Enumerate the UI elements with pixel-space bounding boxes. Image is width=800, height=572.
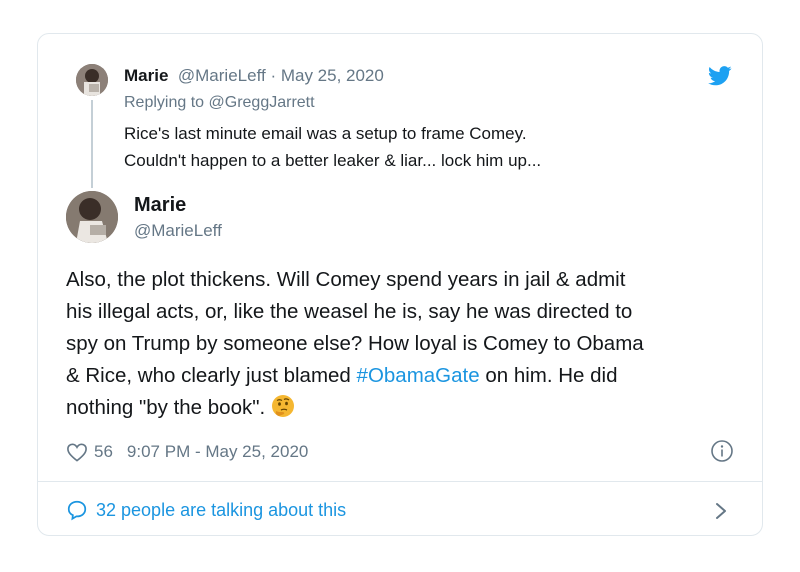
replying-to-handle[interactable]: @GreggJarrett [209, 94, 315, 111]
like-count[interactable]: 56 [94, 442, 113, 462]
tweet-text-line: & Rice, who clearly just blamed #ObamaGa… [66, 360, 756, 392]
embedded-tweet-card[interactable]: Marie @MarieLeff · May 25, 2020 Replying… [37, 33, 763, 536]
reply-text: Rice's last minute email was a setup to … [124, 120, 684, 174]
comment-bubble-icon [67, 500, 87, 521]
reply-date[interactable]: May 25, 2020 [281, 66, 384, 85]
author-handle[interactable]: @MarieLeff [134, 221, 222, 241]
reply-author-name[interactable]: Marie [124, 66, 168, 85]
tweet-text-segment: & Rice, who clearly just blamed [66, 364, 357, 387]
tweet-text-line: nothing "by the book". [66, 392, 756, 424]
tweet-text-line: spy on Trump by someone else? How loyal … [66, 332, 644, 355]
thread-connector-line [91, 100, 93, 188]
tweet-text-line: Also, the plot thickens. Will Comey spen… [66, 268, 626, 291]
thinking-face-emoji-icon [272, 395, 295, 417]
replying-to-prefix: Replying to [124, 94, 209, 111]
reply-separator: · [265, 66, 281, 85]
twitter-bird-icon[interactable] [708, 66, 732, 86]
reply-text-line: Rice's last minute email was a setup to … [124, 124, 527, 143]
reply-avatar[interactable] [76, 64, 108, 96]
tweet-footer: 56 9:07 PM - May 25, 2020 [66, 442, 308, 462]
tweet-text-segment: on him. He did [479, 364, 618, 387]
talking-about-text: 32 people are talking about this [96, 499, 347, 520]
heart-icon[interactable] [66, 442, 88, 462]
info-icon[interactable] [710, 439, 734, 463]
footer-divider [38, 481, 762, 482]
tweet-timestamp[interactable]: 9:07 PM - May 25, 2020 [127, 442, 308, 462]
tweet-text-line: his illegal acts, or, like the weasel he… [66, 300, 633, 323]
reply-text-line: Couldn't happen to a better leaker & lia… [124, 151, 542, 170]
hashtag-link[interactable]: #ObamaGate [357, 364, 480, 387]
tweet-text-segment: nothing "by the book". [66, 396, 266, 419]
author-name[interactable]: Marie [134, 194, 186, 217]
tweet-text: Also, the plot thickens. Will Comey spen… [66, 264, 756, 424]
replying-to-line: Replying to @GreggJarrett [124, 94, 315, 112]
author-avatar[interactable] [66, 191, 118, 243]
reply-header: Marie @MarieLeff · May 25, 2020 [124, 66, 384, 86]
talking-about-link[interactable]: 32 people are talking about this [66, 499, 346, 521]
reply-author-handle[interactable]: @MarieLeff [173, 66, 266, 85]
chevron-right-icon[interactable] [714, 501, 728, 521]
